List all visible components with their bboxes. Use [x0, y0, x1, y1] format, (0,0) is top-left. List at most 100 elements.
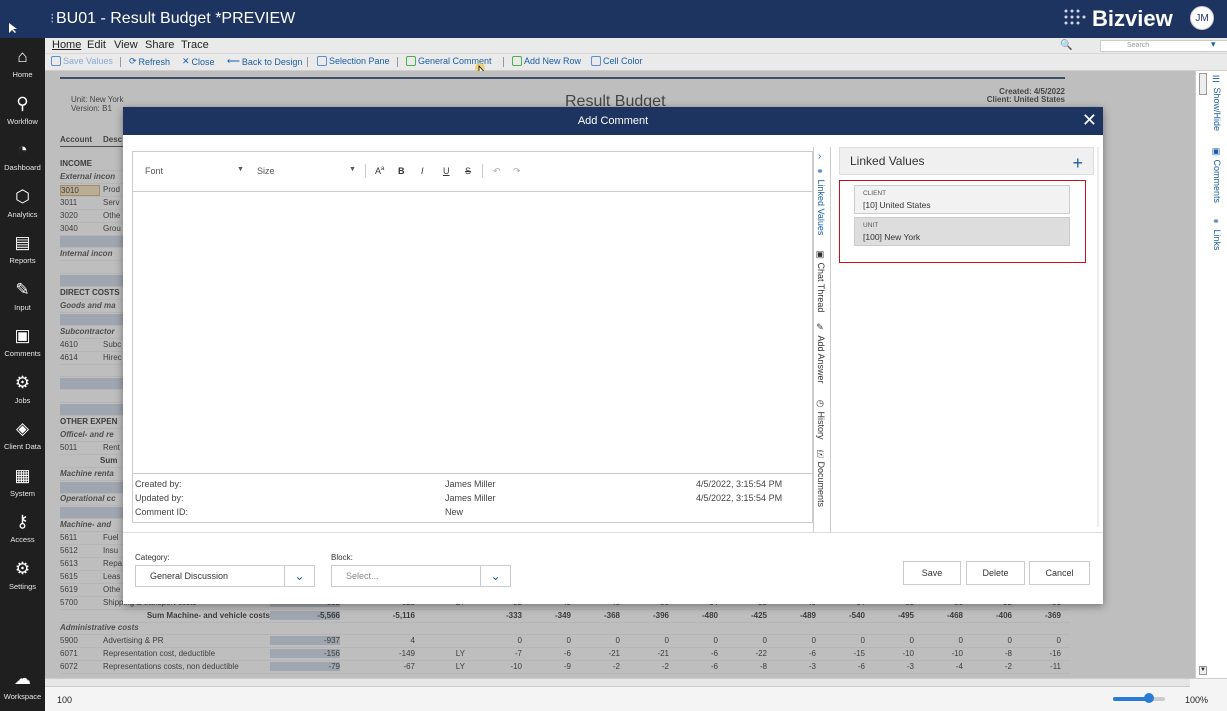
- search-input[interactable]: Search: [1100, 40, 1227, 52]
- sidebar-item-settings[interactable]: ⚙ Settings: [0, 552, 45, 598]
- comment-id-value: New: [445, 507, 464, 517]
- scrollbar-thumb[interactable]: [1199, 73, 1207, 95]
- close-button[interactable]: ✕ Close: [182, 56, 215, 67]
- back-to-design-button[interactable]: ⟵ Back to Design: [227, 56, 302, 67]
- panel-scrollbar[interactable]: [1097, 147, 1099, 527]
- size-select[interactable]: Size: [257, 166, 275, 176]
- linked-value-text: [10] United States: [863, 200, 931, 210]
- block-select[interactable]: Select... ⌄: [331, 565, 511, 587]
- sidebar-item-analytics[interactable]: ⬡ Analytics: [0, 180, 45, 226]
- tab-history[interactable]: ◷ History: [816, 399, 826, 440]
- sidebar-item-system[interactable]: ▦ System: [0, 459, 45, 505]
- show-hide-icon: ☰: [1212, 75, 1222, 88]
- delete-button[interactable]: Delete: [966, 561, 1025, 585]
- page-value: 100: [57, 695, 73, 705]
- underline-icon[interactable]: U: [443, 166, 450, 176]
- show-hide-label: Show/Hide: [1212, 87, 1222, 132]
- scroll-down-icon[interactable]: ▼: [1199, 666, 1207, 675]
- add-linked-value-icon[interactable]: +: [1072, 150, 1083, 176]
- sidebar-item-input[interactable]: ✎ Input: [0, 273, 45, 319]
- selection-pane-button[interactable]: Selection Pane: [317, 56, 390, 66]
- search-icon[interactable]: 🔍: [1060, 40, 1072, 51]
- sidebar-item-label: Workflow: [7, 116, 38, 126]
- menu-trace[interactable]: Trace: [181, 39, 209, 51]
- dialog-close-icon[interactable]: ✕: [1082, 111, 1097, 129]
- show-hide-tab[interactable]: ☰ Show/Hide: [1212, 75, 1222, 131]
- avatar[interactable]: JM: [1190, 6, 1214, 30]
- category-label: Category:: [135, 553, 170, 562]
- sidebar-item-client-data[interactable]: ◈ Client Data: [0, 412, 45, 458]
- menu-view[interactable]: View: [114, 39, 138, 51]
- size-chevron-icon[interactable]: ▼: [349, 166, 356, 173]
- font-select[interactable]: Font: [145, 166, 163, 176]
- dialog-footer: Category: General Discussion ⌄ Block: Se…: [123, 532, 1103, 604]
- save-values-button[interactable]: Save Values: [51, 56, 113, 66]
- sidebar-item-label: Analytics: [7, 209, 38, 219]
- sidebar-item-access[interactable]: ⚷ Access: [0, 505, 45, 551]
- dialog-title: Add Comment: [577, 115, 649, 127]
- italic-icon[interactable]: I: [421, 166, 424, 176]
- links-tab[interactable]: ⚭ Links: [1212, 217, 1222, 251]
- category-select[interactable]: General Discussion ⌄: [135, 565, 315, 587]
- tab-documents-label: Documents: [816, 461, 826, 508]
- link-icon: ⚭: [1212, 217, 1222, 230]
- sidebar-item-home[interactable]: ⌂ Home: [0, 40, 45, 86]
- chevron-down-icon[interactable]: ▾: [1211, 39, 1216, 50]
- menu-home[interactable]: Home: [52, 39, 81, 51]
- comments-tab[interactable]: ▣ Comments: [1212, 147, 1222, 203]
- save-button[interactable]: Save: [903, 561, 961, 585]
- chevron-right-icon[interactable]: ›: [818, 151, 821, 162]
- horizontal-scrollbar[interactable]: [45, 679, 1190, 687]
- linked-value-client[interactable]: CLIENT [10] United States: [854, 185, 1070, 214]
- client-data-icon: ◈: [15, 419, 30, 438]
- zoom-slider[interactable]: [1113, 693, 1165, 703]
- add-new-row-button[interactable]: Add New Row: [512, 56, 581, 66]
- sidebar-item-label: Client Data: [3, 442, 42, 451]
- tab-add-answer[interactable]: ✎ Add Answer: [816, 323, 826, 384]
- sidebar: ⌂ Home ⚲ Workflow ◔ Dashboard ⬡ Analytics ▤ Repor…: [0, 38, 45, 711]
- comment-body-input[interactable]: [133, 192, 812, 470]
- linked-value-unit[interactable]: UNIT [100] New York: [854, 217, 1070, 246]
- sidebar-item-workflow[interactable]: ⚲ Workflow: [0, 87, 45, 133]
- cancel-button[interactable]: Cancel: [1029, 561, 1090, 585]
- chat-icon: ▣: [816, 250, 826, 263]
- menu-share[interactable]: Share: [145, 39, 174, 51]
- refresh-button[interactable]: ⟳ Refresh: [129, 56, 170, 67]
- font-chevron-icon[interactable]: ▼: [237, 166, 244, 173]
- workflow-icon: ⚲: [16, 93, 29, 113]
- save-icon: [51, 56, 61, 66]
- zoom-label: 100%: [1185, 695, 1209, 705]
- undo-icon[interactable]: ↶: [493, 166, 501, 177]
- sidebar-item-workspace[interactable]: ☁ Workspace: [0, 662, 45, 708]
- tab-documents[interactable]: ⎘ Documents: [816, 450, 826, 507]
- redo-icon[interactable]: ↷: [513, 166, 521, 177]
- font-grow-icon[interactable]: Aa: [375, 166, 384, 176]
- sidebar-item-label: Access: [10, 535, 35, 544]
- updated-by-label: Updated by:: [135, 493, 184, 503]
- links-label: Links: [1212, 229, 1222, 251]
- block-label: Block:: [331, 553, 353, 562]
- dialog-side-tabs: › ⚭ Linked Values ▣ Chat Thread ✎ Add An…: [813, 147, 831, 532]
- brand-dots-icon: [1064, 9, 1086, 25]
- sidebar-item-jobs[interactable]: ⚙ Jobs: [0, 366, 45, 412]
- selection-pane-icon: [317, 56, 327, 66]
- editor-toolbar: Font ▼ Size ▼ Aa B I U S ↶ ↷: [133, 152, 812, 192]
- workspace-icon: ☁: [14, 669, 31, 688]
- input-icon: ✎: [15, 279, 30, 299]
- strikethrough-icon[interactable]: S: [465, 166, 471, 176]
- sidebar-item-dashboard[interactable]: ◔ Dashboard: [0, 133, 45, 179]
- cell-color-button[interactable]: Cell Color: [591, 56, 643, 66]
- link-tab-icon: ⚭: [816, 167, 826, 180]
- access-icon: ⚷: [16, 512, 29, 531]
- tab-chat-thread[interactable]: ▣ Chat Thread: [816, 250, 826, 312]
- created-by-label: Created by:: [135, 479, 182, 489]
- menu-edit[interactable]: Edit: [87, 39, 106, 51]
- dashboard-icon: ◔: [17, 140, 28, 159]
- sidebar-item-reports[interactable]: ▤ Reports: [0, 226, 45, 272]
- sidebar-item-comments[interactable]: ▣ Comments: [0, 319, 45, 365]
- right-panel: ▼ ☰ Show/Hide ▣ Comments ⚭ Links: [1195, 71, 1227, 678]
- tab-linked-values[interactable]: ⚭ Linked Values: [816, 167, 826, 235]
- bold-icon[interactable]: B: [398, 166, 405, 176]
- cursor-icon: [9, 23, 17, 33]
- tab-history-label: History: [816, 411, 826, 440]
